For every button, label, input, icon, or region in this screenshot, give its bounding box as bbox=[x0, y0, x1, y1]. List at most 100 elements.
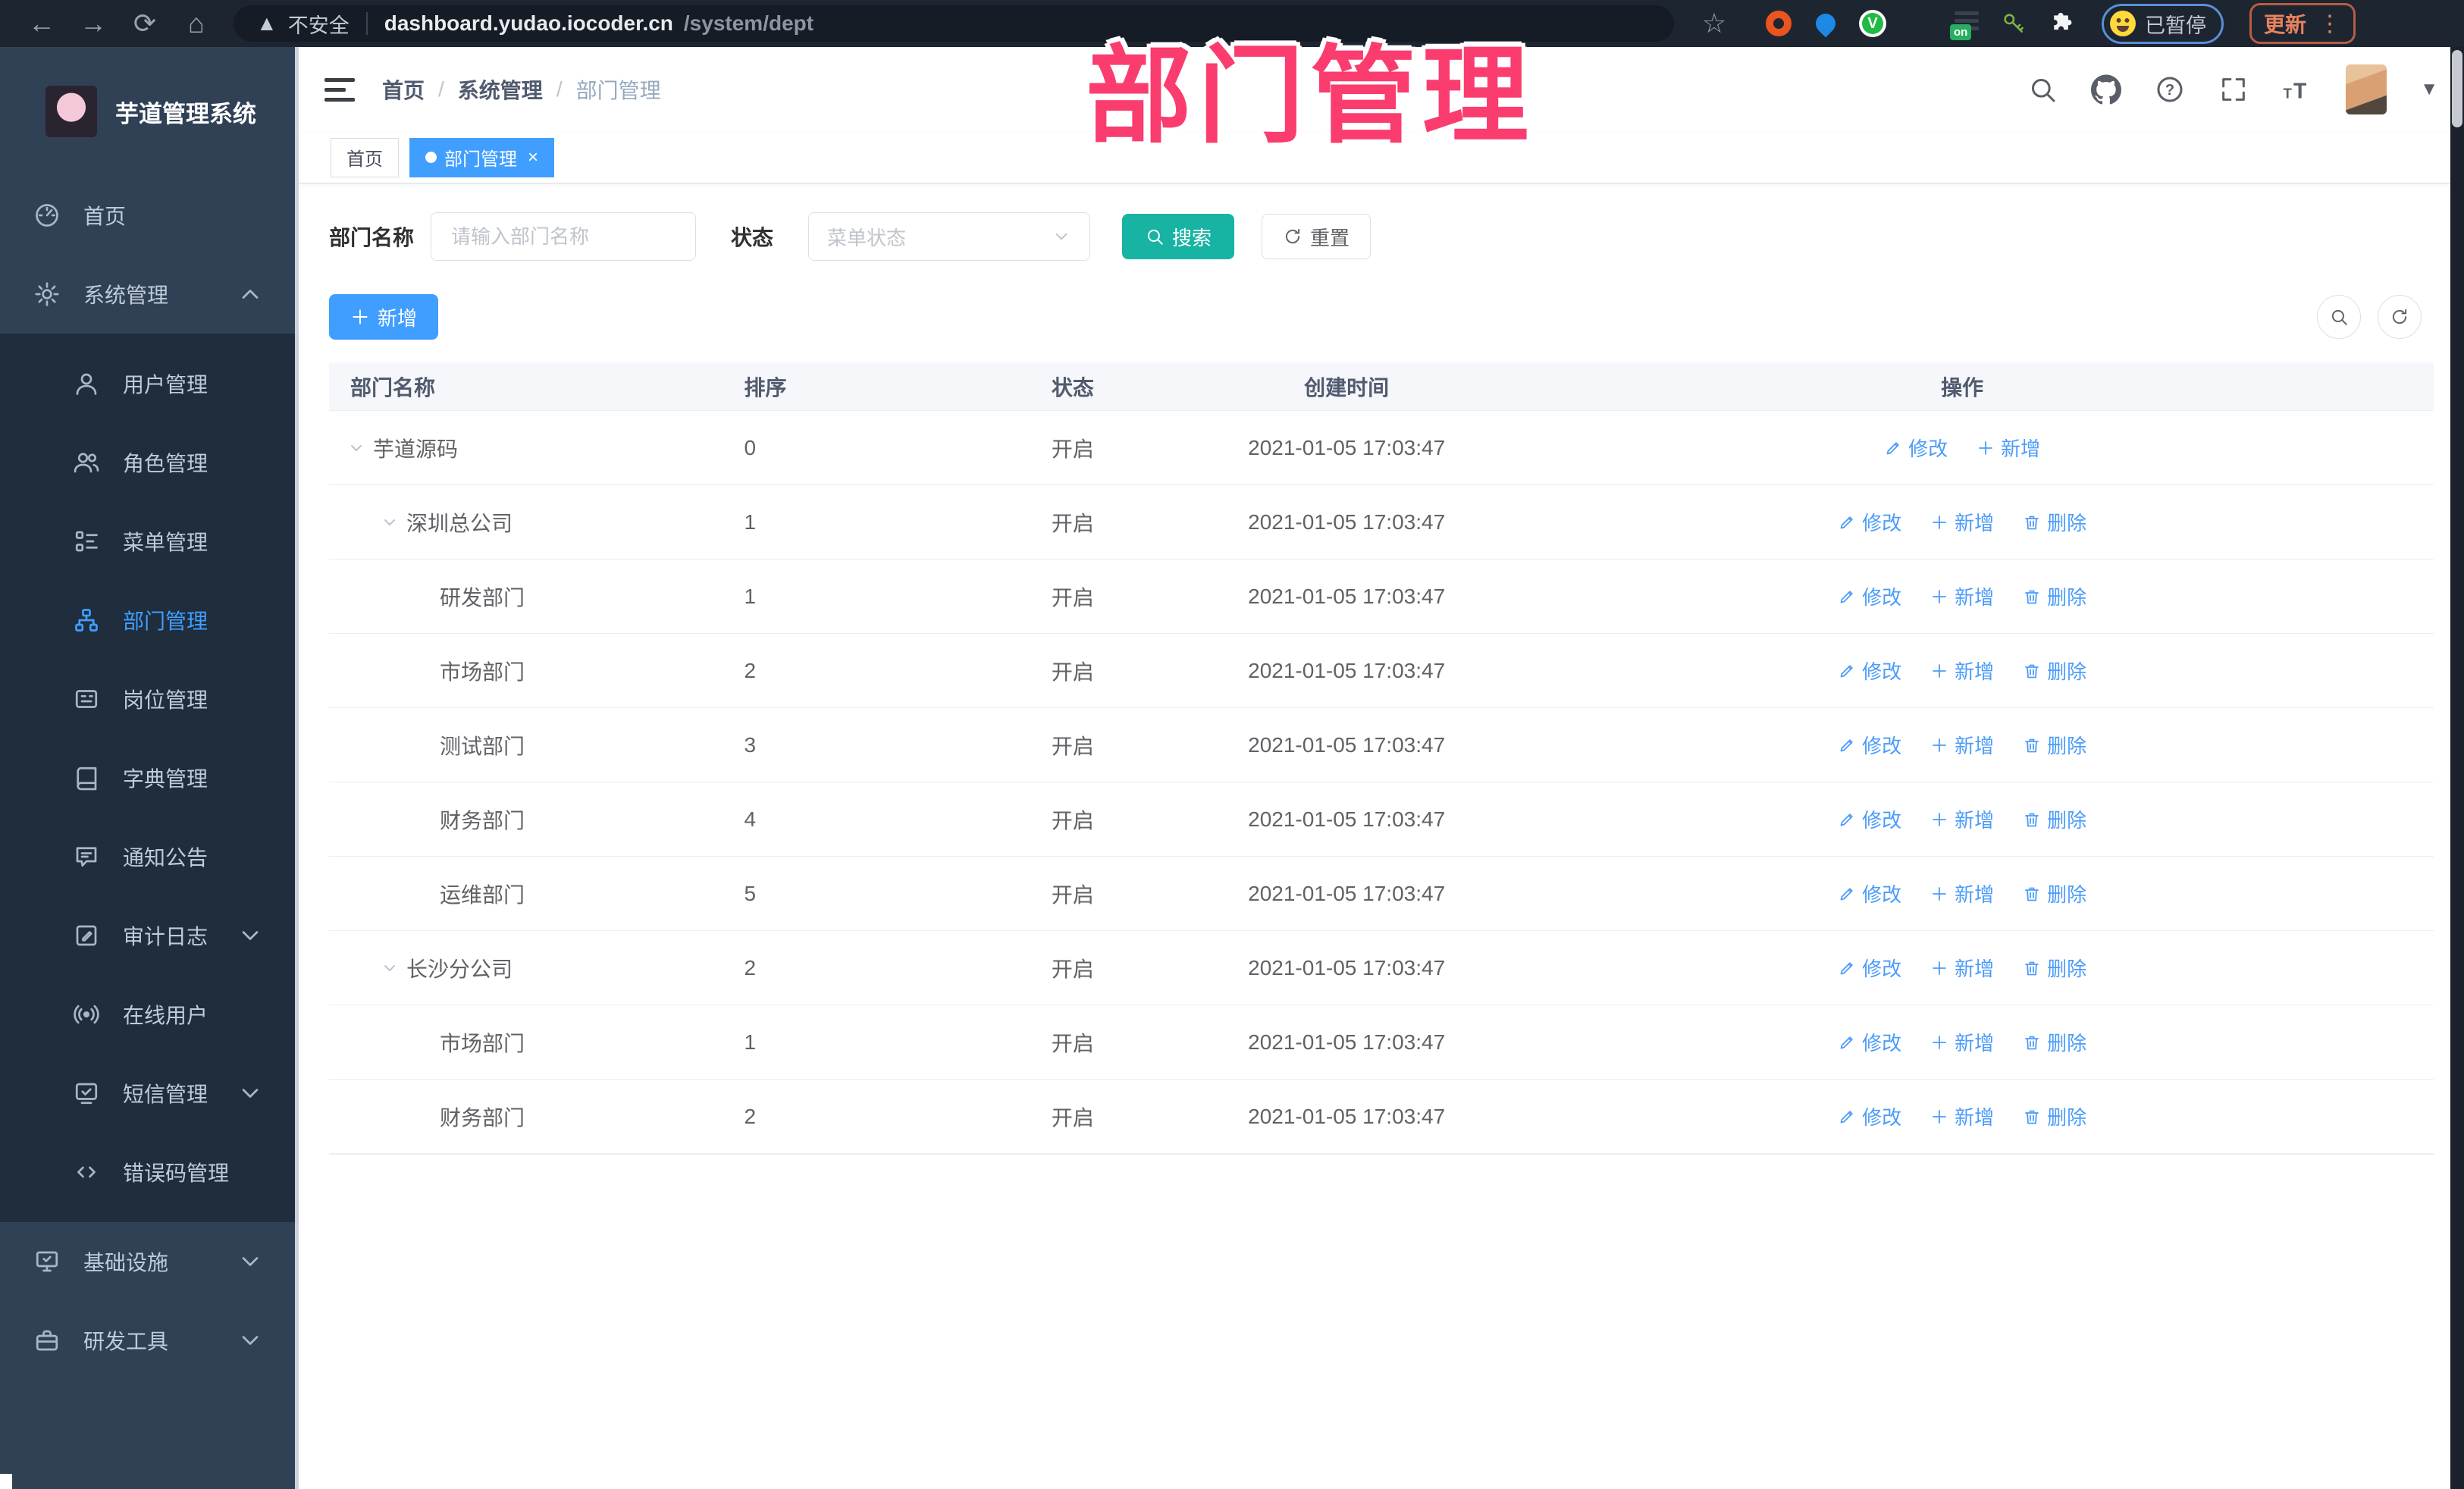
ext-pin-icon[interactable] bbox=[1811, 9, 1840, 38]
row-add-link[interactable]: 新增 bbox=[1930, 508, 1994, 536]
row-modify-link[interactable]: 修改 bbox=[1838, 657, 1901, 685]
tree-expand-icon[interactable] bbox=[381, 959, 399, 977]
browser-home-icon[interactable]: ⌂ bbox=[174, 0, 218, 47]
row-modify-link[interactable]: 修改 bbox=[1838, 805, 1901, 833]
ext-proxy-on-icon[interactable]: on bbox=[1950, 10, 1980, 40]
row-add-link[interactable]: 新增 bbox=[1930, 657, 1994, 685]
column-header-created: 创建时间 bbox=[1304, 375, 1390, 400]
search-icon[interactable] bbox=[2027, 74, 2058, 105]
add-button[interactable]: 新增 bbox=[329, 294, 438, 340]
dept-name: 研发部门 bbox=[440, 585, 525, 610]
sidebar-item-notice-announcement[interactable]: 通知公告 bbox=[0, 817, 299, 896]
row-delete-link[interactable]: 删除 bbox=[2023, 954, 2086, 982]
tree-expand-icon[interactable] bbox=[381, 513, 399, 531]
toggle-search-button[interactable] bbox=[2317, 295, 2361, 339]
sidebar-item-dict-management[interactable]: 字典管理 bbox=[0, 738, 299, 817]
github-icon[interactable] bbox=[2091, 74, 2122, 105]
table-row: 深圳总公司 1 开启 2021-01-05 17:03:47 修改 新增 删除 bbox=[329, 485, 2434, 560]
sidebar-item-system-management[interactable]: 系统管理 bbox=[0, 255, 299, 334]
sidebar-item-audit-log[interactable]: 审计日志 bbox=[0, 896, 299, 975]
status-select[interactable]: 菜单状态 bbox=[808, 212, 1091, 261]
profile-paused-pill[interactable]: 已暂停 bbox=[2102, 3, 2224, 44]
tag-部门管理[interactable]: 部门管理 × bbox=[409, 137, 555, 177]
ext-puzzle-icon[interactable] bbox=[2047, 10, 2074, 37]
ext-green-v-icon[interactable]: V bbox=[1859, 10, 1886, 37]
sidebar-item-sms-management[interactable]: 短信管理 bbox=[0, 1054, 299, 1133]
sidebar-item-dev-tools[interactable]: 研发工具 bbox=[0, 1301, 299, 1380]
fontsize-icon[interactable]: TT bbox=[2282, 74, 2312, 105]
row-add-link[interactable]: 新增 bbox=[1930, 1028, 1994, 1056]
row-delete-link[interactable]: 删除 bbox=[2023, 879, 2086, 908]
sidebar-item-online-users[interactable]: 在线用户 bbox=[0, 975, 299, 1054]
bookmark-star-icon[interactable]: ☆ bbox=[1692, 0, 1736, 47]
app-logo-row[interactable]: 芋道管理系统 bbox=[0, 47, 299, 176]
row-modify-link[interactable]: 修改 bbox=[1838, 1028, 1901, 1056]
sidebar-item-label: 字典管理 bbox=[123, 767, 208, 791]
ext-grid-icon[interactable] bbox=[1906, 10, 1933, 37]
row-delete-link[interactable]: 删除 bbox=[2023, 582, 2086, 610]
row-modify-link[interactable]: 修改 bbox=[1838, 1102, 1901, 1130]
row-add-link[interactable]: 新增 bbox=[1977, 434, 2040, 462]
sidebar-item-label: 审计日志 bbox=[123, 925, 208, 948]
sort-cell: 2 bbox=[744, 1104, 757, 1128]
breadcrumb-system[interactable]: 系统管理 bbox=[458, 74, 543, 105]
row-delete-link[interactable]: 删除 bbox=[2023, 805, 2086, 833]
row-modify-link[interactable]: 修改 bbox=[1838, 731, 1901, 759]
browser-menu-kebab-icon[interactable]: ⋮ bbox=[2318, 11, 2341, 37]
row-delete-link[interactable]: 删除 bbox=[2023, 1028, 2086, 1056]
row-add-link[interactable]: 新增 bbox=[1930, 1102, 1994, 1130]
action-label: 删除 bbox=[2047, 586, 2087, 609]
help-icon[interactable]: ? bbox=[2155, 74, 2185, 105]
row-add-link[interactable]: 新增 bbox=[1930, 879, 1994, 908]
browser-reload-icon[interactable]: ⟳ bbox=[123, 0, 167, 47]
row-modify-link[interactable]: 修改 bbox=[1838, 582, 1901, 610]
row-delete-link[interactable]: 删除 bbox=[2023, 508, 2086, 536]
sidebar-item-infrastructure[interactable]: 基础设施 bbox=[0, 1222, 299, 1301]
reset-button[interactable]: 重置 bbox=[1262, 214, 1372, 259]
sidebar-item-label: 岗位管理 bbox=[123, 688, 208, 712]
ext-ubuntu-icon[interactable] bbox=[1765, 10, 1792, 37]
sidebar-item-dept-management[interactable]: 部门管理 bbox=[0, 581, 299, 660]
sort-cell: 1 bbox=[744, 509, 757, 534]
search-button[interactable]: 搜索 bbox=[1122, 214, 1235, 259]
avatar-caret-down-icon[interactable]: ▼ bbox=[2420, 79, 2438, 100]
sidebar-item-user-management[interactable]: 用户管理 bbox=[0, 344, 299, 423]
row-modify-link[interactable]: 修改 bbox=[1838, 508, 1901, 536]
column-header-status: 状态 bbox=[1051, 375, 1094, 400]
row-add-link[interactable]: 新增 bbox=[1930, 954, 1994, 982]
tag-label: 部门管理 bbox=[444, 149, 517, 170]
row-modify-link[interactable]: 修改 bbox=[1838, 954, 1901, 982]
fullscreen-icon[interactable] bbox=[2218, 74, 2249, 105]
tag-close-icon[interactable]: × bbox=[528, 147, 538, 168]
refresh-table-button[interactable] bbox=[2378, 295, 2422, 339]
sidebar-item-post-management[interactable]: 岗位管理 bbox=[0, 660, 299, 738]
sidebar-item-error-code-management[interactable]: 错误码管理 bbox=[0, 1133, 299, 1212]
actions-cell: 修改 新增 删除 bbox=[1491, 731, 2434, 759]
row-delete-link[interactable]: 删除 bbox=[2023, 731, 2086, 759]
scrollbar-thumb[interactable] bbox=[2452, 50, 2462, 127]
row-add-link[interactable]: 新增 bbox=[1930, 731, 1994, 759]
row-delete-link[interactable]: 删除 bbox=[2023, 657, 2086, 685]
tag-首页[interactable]: 首页 bbox=[331, 137, 399, 177]
row-add-link[interactable]: 新增 bbox=[1930, 582, 1994, 610]
actions-cell: 修改 新增 bbox=[1491, 434, 2434, 462]
table-row: 测试部门 3 开启 2021-01-05 17:03:47 修改 新增 删除 bbox=[329, 708, 2434, 782]
ext-key-icon[interactable] bbox=[2000, 10, 2027, 37]
row-modify-link[interactable]: 修改 bbox=[1838, 879, 1901, 908]
browser-forward-icon[interactable]: → bbox=[71, 0, 115, 47]
sidebar-item-role-management[interactable]: 角色管理 bbox=[0, 423, 299, 502]
sidebar-item-home[interactable]: 首页 bbox=[0, 176, 299, 255]
user-avatar[interactable] bbox=[2346, 64, 2387, 114]
dept-name-input[interactable] bbox=[431, 212, 697, 261]
tree-expand-icon[interactable] bbox=[347, 439, 365, 457]
row-add-link[interactable]: 新增 bbox=[1930, 805, 1994, 833]
page-scrollbar[interactable] bbox=[2450, 47, 2464, 1489]
row-delete-link[interactable]: 删除 bbox=[2023, 1102, 2086, 1130]
refresh-icon bbox=[2390, 307, 2409, 327]
browser-back-icon[interactable]: ← bbox=[20, 0, 64, 47]
browser-update-button[interactable]: 更新 ⋮ bbox=[2249, 3, 2356, 44]
sidebar-item-menu-management[interactable]: 菜单管理 bbox=[0, 502, 299, 581]
breadcrumb-home[interactable]: 首页 bbox=[382, 74, 425, 105]
row-modify-link[interactable]: 修改 bbox=[1884, 434, 1948, 462]
sidebar-toggle-icon[interactable] bbox=[324, 77, 355, 102]
